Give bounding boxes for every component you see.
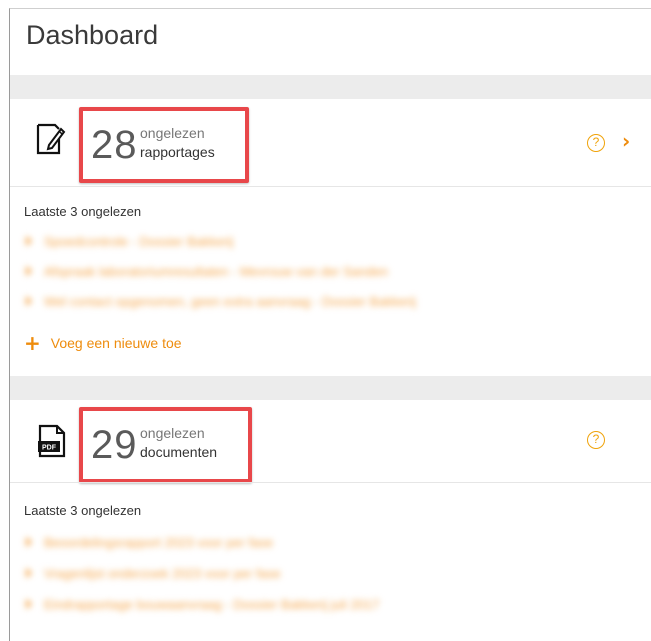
documents-type-label: documenten [140, 444, 218, 460]
reports-unread-word: ongelezen [140, 125, 205, 141]
section-separator [10, 376, 651, 400]
chevron-right-icon[interactable]: › [622, 131, 630, 151]
list-item[interactable]: Wel contact opgenomen, geen extra aanvra… [26, 294, 416, 309]
divider [10, 482, 651, 483]
caret-right-icon [26, 266, 32, 276]
pdf-file-icon: PDF [38, 424, 66, 463]
divider [10, 186, 651, 187]
list-item[interactable]: Spoedcontrole - Dossier Bakkerij [26, 234, 233, 249]
documents-unread-word: ongelezen [140, 425, 205, 441]
svg-text:PDF: PDF [42, 445, 57, 452]
edit-document-icon [35, 123, 67, 160]
documents-unread-count[interactable]: 29 [91, 425, 138, 465]
section-separator [10, 75, 651, 99]
caret-right-icon [26, 296, 32, 306]
list-item[interactable]: Eindrapportage bouwaanvraag - Dossier Ba… [26, 597, 379, 612]
list-item[interactable]: Beoordelingsrapport 2023 voor per fase [26, 535, 273, 550]
reports-section-label: Laatste 3 ongelezen [24, 204, 142, 219]
reports-unread-count[interactable]: 28 [91, 125, 138, 165]
add-new-button[interactable]: + Voeg een nieuwe toe [24, 333, 182, 353]
caret-right-icon [26, 599, 32, 609]
question-circle-icon[interactable]: ? [587, 134, 605, 152]
plus-icon: + [24, 331, 41, 355]
add-new-label[interactable]: Voeg een nieuwe toe [51, 335, 182, 351]
reports-type-label: rapportages [140, 144, 215, 160]
caret-right-icon [26, 568, 32, 578]
documents-section-label: Laatste 3 ongelezen [24, 503, 142, 518]
list-item[interactable]: Vragenlijst onderzoek 2023 voor per fase [26, 566, 281, 581]
question-circle-icon[interactable]: ? [587, 431, 605, 449]
caret-right-icon [26, 236, 32, 246]
page-title: Dashboard [26, 20, 159, 50]
list-item[interactable]: Afspraak laboratoriumresultaten - Mevrou… [26, 264, 388, 279]
caret-right-icon [26, 537, 32, 547]
